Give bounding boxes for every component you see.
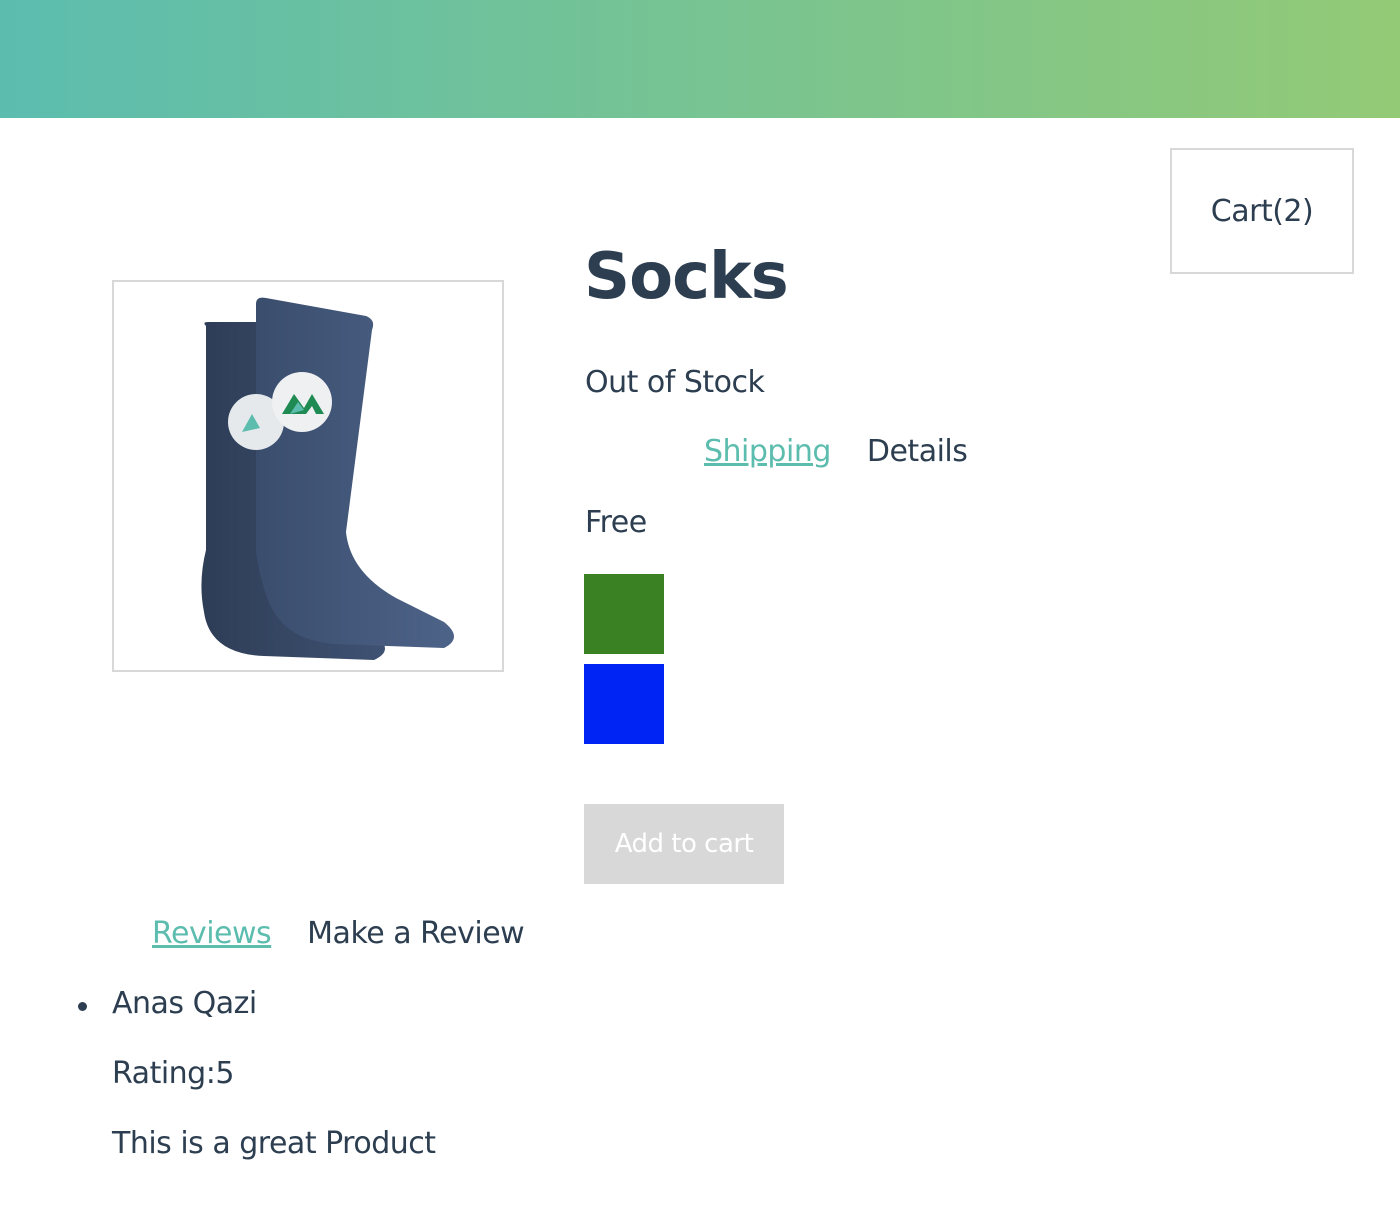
header-bar (0, 0, 1400, 118)
review-text: This is a great Product (112, 1126, 436, 1161)
stock-status: Out of Stock (585, 365, 765, 400)
bullet-icon (78, 1002, 87, 1011)
cart-button[interactable]: Cart(2) (1170, 148, 1354, 274)
shipping-value: Free (585, 505, 647, 540)
review-tabs: Reviews Make a Review (152, 916, 525, 951)
color-swatch-green[interactable] (584, 574, 664, 654)
socks-image (201, 297, 454, 660)
color-swatch-blue[interactable] (584, 664, 664, 744)
add-to-cart-button[interactable]: Add to cart (584, 804, 784, 884)
info-tabs: Shipping Details (704, 434, 968, 469)
tab-details[interactable]: Details (867, 434, 968, 469)
tab-make-a-review[interactable]: Make a Review (307, 916, 525, 951)
tab-shipping[interactable]: Shipping (704, 434, 831, 469)
list-item: Anas Qazi Rating:5 This is a great Produ… (78, 986, 436, 1161)
tab-reviews[interactable]: Reviews (152, 916, 272, 951)
product-title: Socks (584, 240, 789, 314)
review-author: Anas Qazi (112, 986, 257, 1021)
review-rating: Rating:5 (112, 1056, 234, 1091)
product-image (112, 280, 504, 672)
review-list: Anas Qazi Rating:5 This is a great Produ… (78, 986, 436, 1196)
